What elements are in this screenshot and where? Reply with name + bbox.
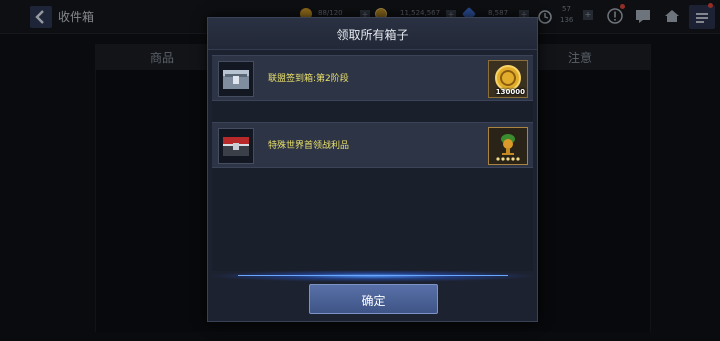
box-list: 联盟签到箱:第2阶段 130000 特殊世界首领战利品 (212, 55, 533, 271)
glow-line (238, 275, 508, 276)
red-chest-icon (218, 128, 254, 164)
reward-slot[interactable]: 130000 (488, 60, 528, 98)
reward-slot[interactable] (488, 127, 528, 165)
silver-chest-icon (218, 61, 254, 97)
list-item: 联盟签到箱:第2阶段 130000 (212, 55, 533, 101)
boss-trophy-icon (496, 134, 520, 161)
item-label: 特殊世界首领战利品 (268, 141, 350, 151)
dialog-header: 领取所有箱子 (208, 18, 537, 50)
list-item: 特殊世界首领战利品 (212, 122, 533, 168)
claim-all-boxes-dialog: 领取所有箱子 联盟签到箱:第2阶段 130000 特殊世界首领战利品 确定 (207, 17, 538, 322)
glow-divider (208, 270, 537, 282)
item-label: 联盟签到箱:第2阶段 (268, 74, 349, 84)
confirm-label: 确定 (361, 294, 386, 308)
reward-count: 130000 (495, 88, 525, 96)
confirm-button[interactable]: 确定 (309, 284, 438, 314)
dialog-title: 领取所有箱子 (336, 28, 409, 42)
